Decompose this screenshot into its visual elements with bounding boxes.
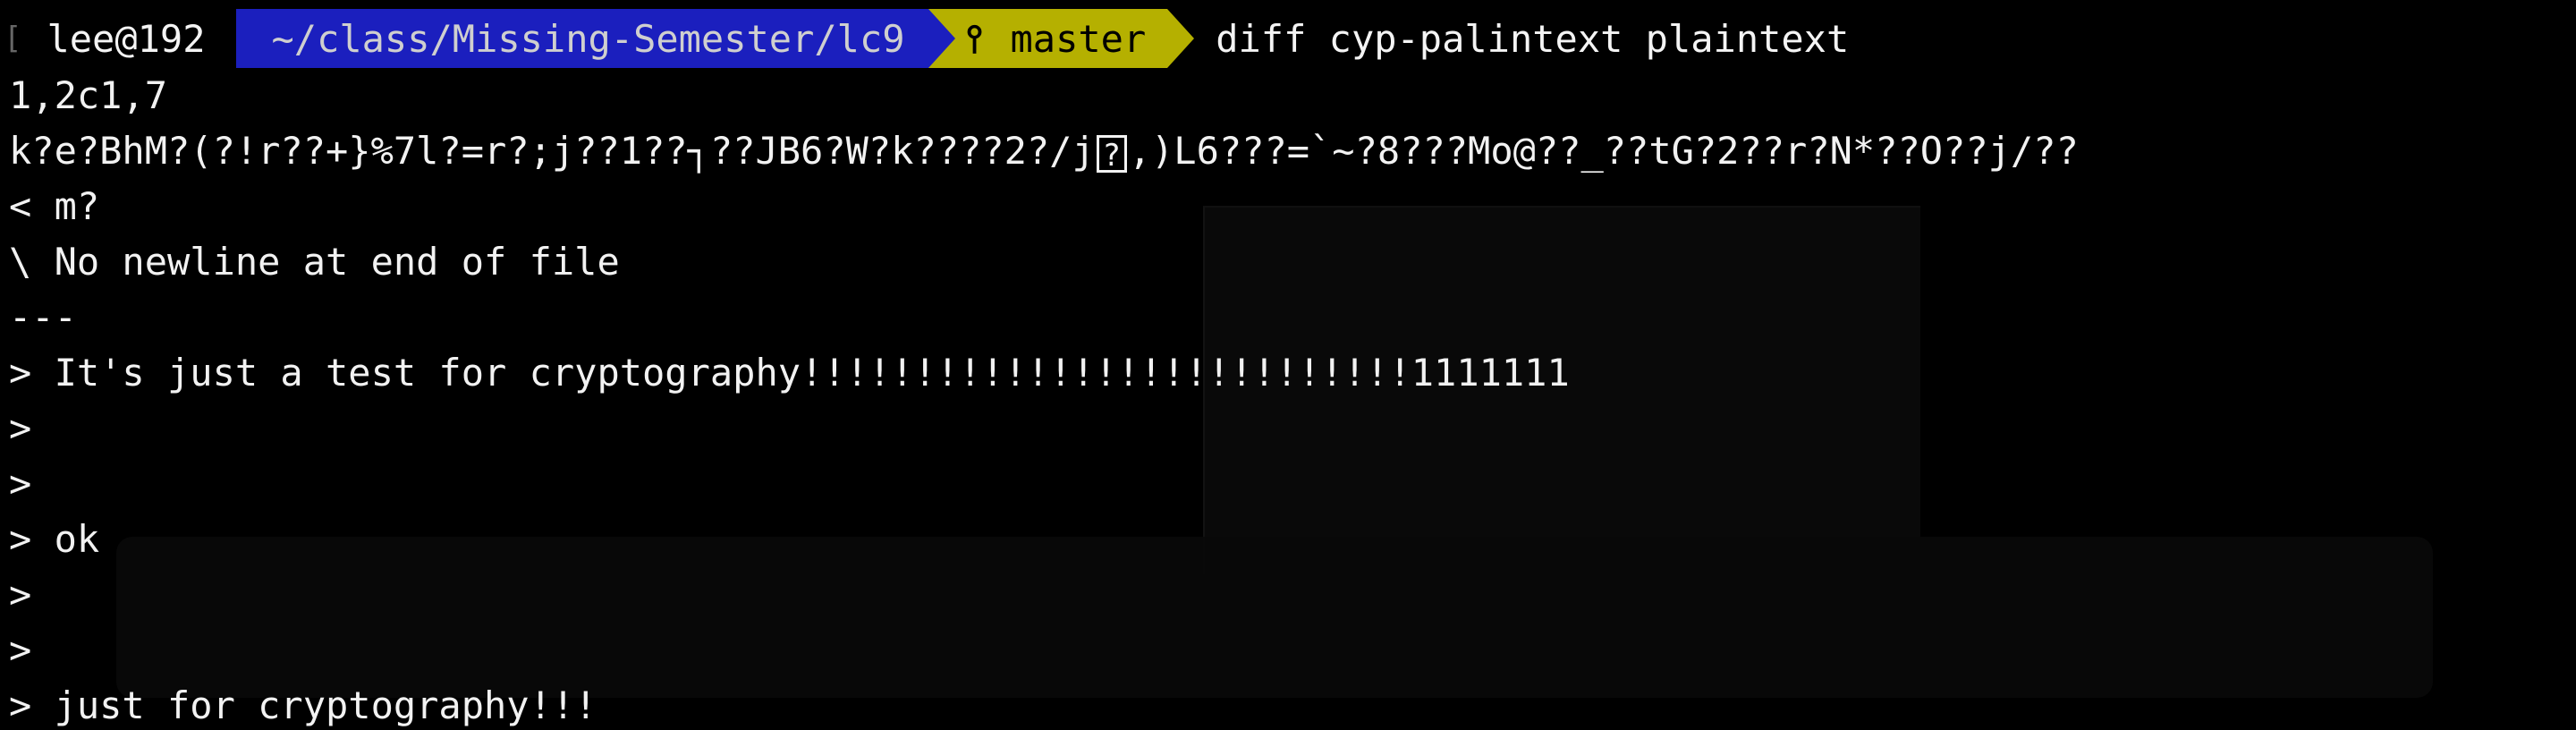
prompt-separator-arrow xyxy=(928,9,955,68)
prompt-user-host: lee@192 xyxy=(47,16,206,61)
prompt-path: ~/class/Missing-Semester/lc9 xyxy=(271,16,905,61)
prompt-separator-arrow xyxy=(1167,9,1195,68)
output-line: > xyxy=(9,406,32,450)
output-line: \ No newline at end of file xyxy=(9,240,620,284)
prompt-user-segment: lee@192 xyxy=(27,9,263,68)
git-branch-icon: ⫯ xyxy=(966,16,983,60)
output-line: 1,2c1,7 xyxy=(9,73,168,117)
output-line: > xyxy=(9,573,32,616)
output-line: > ok xyxy=(9,517,100,561)
output-line: > xyxy=(9,462,32,505)
binary-text-tail: ,)L6???=`~?8???Mo@??_??tG?2??r?N*??O??j/… xyxy=(1128,129,2079,173)
prompt-git-segment: ⫯ master xyxy=(928,9,1195,68)
prompt-branch: master xyxy=(1010,16,1147,61)
output-line: < m? xyxy=(9,184,100,228)
shell-prompt: [ lee@192 ~/class/Missing-Semester/lc9 ⫯… xyxy=(0,9,1849,68)
output-line-binary: k?e?BhM?(?!r??+}%7l?=r?;j??1??┐??JB6?W?k… xyxy=(9,123,2567,179)
output-line: --- xyxy=(9,295,77,339)
prompt-left-bracket: [ xyxy=(4,21,22,56)
prompt-path-segment: ~/class/Missing-Semester/lc9 xyxy=(235,9,955,68)
binary-text-head: k?e?BhM?(?!r??+}%7l?=r?;j??1??┐??JB6?W?k… xyxy=(9,129,1095,173)
unknown-char-glyph: ? xyxy=(1096,134,1127,174)
output-line: > It's just a test for cryptography!!!!!… xyxy=(9,351,1570,395)
terminal-window[interactable]: [ lee@192 ~/class/Missing-Semester/lc9 ⫯… xyxy=(0,0,2576,730)
output-line: > xyxy=(9,628,32,672)
output-line: > just for cryptography!!! xyxy=(9,683,597,727)
shell-command[interactable]: diff cyp-palintext plaintext xyxy=(1216,17,1849,61)
terminal-output[interactable]: 1,2c1,7 k?e?BhM?(?!r??+}%7l?=r?;j??1??┐?… xyxy=(9,68,2567,730)
